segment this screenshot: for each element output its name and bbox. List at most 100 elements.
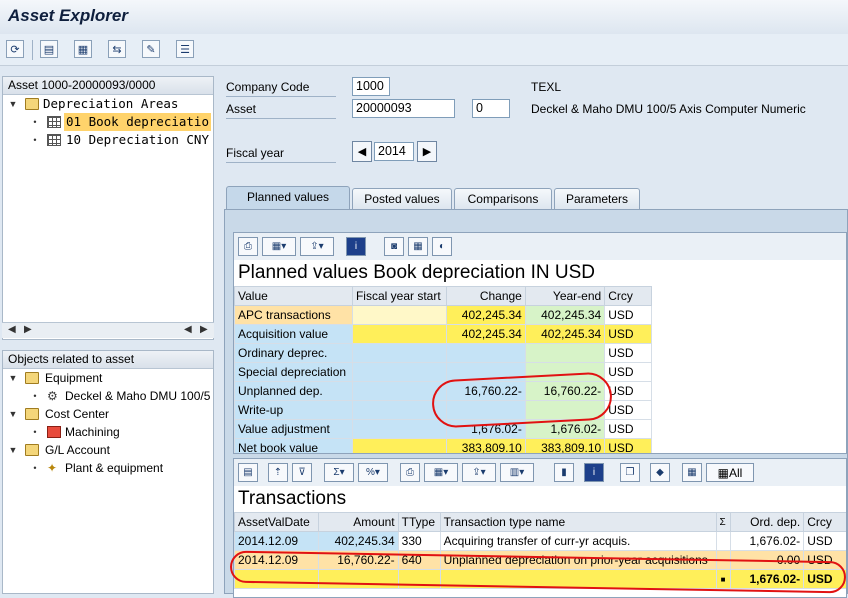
display-documents-icon[interactable]: ▦ xyxy=(682,463,702,482)
export-dropdown-icon[interactable]: ⇪▾ xyxy=(300,237,334,256)
tab-planned-values[interactable]: Planned values xyxy=(226,186,350,210)
table-row[interactable]: Special depreciation USD xyxy=(234,362,652,382)
asset-number-field[interactable]: 20000093 xyxy=(352,99,455,118)
tree-node-gl-account-item[interactable]: • ✦ Plant & equipment xyxy=(3,459,213,477)
tab-comparisons[interactable]: Comparisons xyxy=(454,188,552,209)
display-icon[interactable]: ◙ xyxy=(384,237,404,256)
navigate-icon[interactable]: ◆ xyxy=(650,463,670,482)
scroll-left-icon[interactable]: ◀ xyxy=(184,324,192,335)
tab-posted-values[interactable]: Posted values xyxy=(352,188,452,209)
next-year-button[interactable]: ▶ xyxy=(417,141,437,162)
col-amount[interactable]: Amount xyxy=(317,512,399,532)
table-row[interactable]: Write-up USD xyxy=(234,400,652,420)
all-button-label: All xyxy=(729,465,743,480)
switch-icon[interactable]: ⇆ xyxy=(108,40,126,58)
table-row[interactable]: Value adjustment 1,676.02- 1,676.02- USD xyxy=(234,419,652,439)
col-transaction-type-name[interactable]: Transaction type name xyxy=(439,512,717,532)
folder-icon xyxy=(25,444,39,456)
calculator-icon[interactable]: ▦ xyxy=(408,237,428,256)
tree-node-cost-center[interactable]: ▼ Cost Center xyxy=(3,405,213,423)
print-preview-icon[interactable]: ⎙ xyxy=(400,463,420,482)
tree-node-equipment[interactable]: ▼ Equipment xyxy=(3,369,213,387)
tab-parameters[interactable]: Parameters xyxy=(554,188,640,209)
filter-icon[interactable]: ⊽ xyxy=(292,463,312,482)
sort-ascending-icon[interactable]: ⇡ xyxy=(268,463,288,482)
tree-node-equipment-item[interactable]: • ⚙ Deckel & Maho DMU 100/5 xyxy=(3,387,213,405)
tree-node-label: Cost Center xyxy=(45,407,110,421)
cell-crcy: USD xyxy=(604,400,652,420)
fiscal-year-field[interactable]: 2014 xyxy=(374,142,414,161)
expand-icon[interactable]: ▼ xyxy=(7,441,19,459)
simulate-icon[interactable]: ◐ xyxy=(432,237,452,256)
cell-change: 1,676.02- xyxy=(445,419,526,439)
all-button[interactable]: ▦ All xyxy=(706,463,754,482)
scroll-right-icon[interactable]: ▶ xyxy=(24,324,32,335)
tree-node-area-10[interactable]: • 10 Depreciation CNY xyxy=(3,131,213,149)
change-icon[interactable]: ✎ xyxy=(142,40,160,58)
layout-dropdown-icon[interactable]: ▥▾ xyxy=(500,463,534,482)
cell-change xyxy=(445,400,526,420)
col-crcy[interactable]: Crcy xyxy=(803,512,846,532)
cell-start xyxy=(351,362,447,382)
scroll-left-icon[interactable]: ◀ xyxy=(8,324,16,335)
col-asset-val-date[interactable]: AssetValDate xyxy=(234,512,319,532)
transactions-grid-toolbar: ▤ ⇡ ⊽ Σ▾ %▾ ⎙ ▦▾ ⇪▾ ▥▾ ▮ i ❐ ◆ ▦ ▦ All xyxy=(234,459,846,486)
refresh-icon[interactable]: ⟳ xyxy=(6,40,24,58)
expand-icon[interactable]: ▼ xyxy=(7,369,19,387)
table-row[interactable]: APC transactions 402,245.34 402,245.34 U… xyxy=(234,305,652,325)
expand-icon[interactable]: ▼ xyxy=(7,405,19,423)
graphic-icon[interactable]: ▮ xyxy=(554,463,574,482)
tree-node-depreciation-areas[interactable]: ▼ Depreciation Areas xyxy=(3,95,213,113)
scroll-right-icon[interactable]: ▶ xyxy=(200,324,208,335)
col-fiscal-year-start[interactable]: Fiscal year start xyxy=(351,286,447,306)
transactions-title: Transactions xyxy=(234,486,846,512)
asset-label: Asset xyxy=(226,102,257,116)
label-underline xyxy=(226,118,336,119)
cell-crcy: USD xyxy=(604,362,652,382)
document-icon[interactable]: ❐ xyxy=(620,463,640,482)
tree-node-cost-center-item[interactable]: • Machining xyxy=(3,423,213,441)
cell-start xyxy=(351,324,447,344)
company-code-field[interactable]: 1000 xyxy=(352,77,390,96)
col-ord-dep[interactable]: Ord. dep. xyxy=(729,512,805,532)
col-change[interactable]: Change xyxy=(445,286,526,306)
sum-dropdown-icon[interactable]: Σ▾ xyxy=(324,463,354,482)
cell-sum xyxy=(715,531,731,551)
title-bar: Asset Explorer xyxy=(0,0,848,34)
asset-subnumber-field[interactable]: 0 xyxy=(472,99,510,118)
expand-icon[interactable]: ▼ xyxy=(7,95,19,113)
info-icon[interactable]: i xyxy=(346,237,366,256)
cell-ord-dep: 1,676.02- xyxy=(729,531,805,551)
cell-value: Ordinary deprec. xyxy=(234,343,353,363)
cell-name: Unplanned depreciation on prior-year acq… xyxy=(439,550,717,570)
master-data-icon[interactable]: ▤ xyxy=(40,40,58,58)
tree-node-gl-account[interactable]: ▼ G/L Account xyxy=(3,441,213,459)
horizontal-scrollbar[interactable]: ◀ ▶ ◀ ▶ xyxy=(2,322,214,338)
cell-year-end: 383,809.10 xyxy=(524,438,606,453)
cell-date xyxy=(234,569,319,589)
view-dropdown-icon[interactable]: ▦▾ xyxy=(262,237,296,256)
details-icon[interactable]: ▤ xyxy=(238,463,258,482)
print-icon[interactable]: ⎙ xyxy=(238,237,258,256)
tree-node-area-01[interactable]: • 01 Book depreciatio xyxy=(3,113,213,131)
col-year-end[interactable]: Year-end xyxy=(524,286,606,306)
list-icon[interactable]: ☰ xyxy=(176,40,194,58)
previous-year-button[interactable]: ◀ xyxy=(352,141,372,162)
table-row[interactable]: 2014.12.09 402,245.34 330 Acquiring tran… xyxy=(234,531,846,551)
table-row[interactable]: 2014.12.09 16,760.22- 640 Unplanned depr… xyxy=(234,550,846,570)
info-icon[interactable]: i xyxy=(584,463,604,482)
col-crcy[interactable]: Crcy xyxy=(604,286,652,306)
cell-crcy: USD xyxy=(604,438,652,453)
col-ttype[interactable]: TType xyxy=(397,512,441,532)
table-row[interactable]: Net book value 383,809.10 383,809.10 USD xyxy=(234,438,652,453)
left-panel: Asset 1000-20000093/0000 ▼ Depreciation … xyxy=(0,72,216,594)
table-row[interactable]: Acquisition value 402,245.34 402,245.34 … xyxy=(234,324,652,344)
view-dropdown-icon[interactable]: ▦▾ xyxy=(424,463,458,482)
export-dropdown-icon[interactable]: ⇪▾ xyxy=(462,463,496,482)
col-value[interactable]: Value xyxy=(234,286,353,306)
table-row[interactable]: Ordinary deprec. USD xyxy=(234,343,652,363)
subtotal-dropdown-icon[interactable]: %▾ xyxy=(358,463,388,482)
asset-values-icon[interactable]: ▦ xyxy=(74,40,92,58)
table-row[interactable]: Unplanned dep. 16,760.22- 16,760.22- USD xyxy=(234,381,652,401)
col-sum-marker[interactable]: Σ xyxy=(715,512,731,532)
